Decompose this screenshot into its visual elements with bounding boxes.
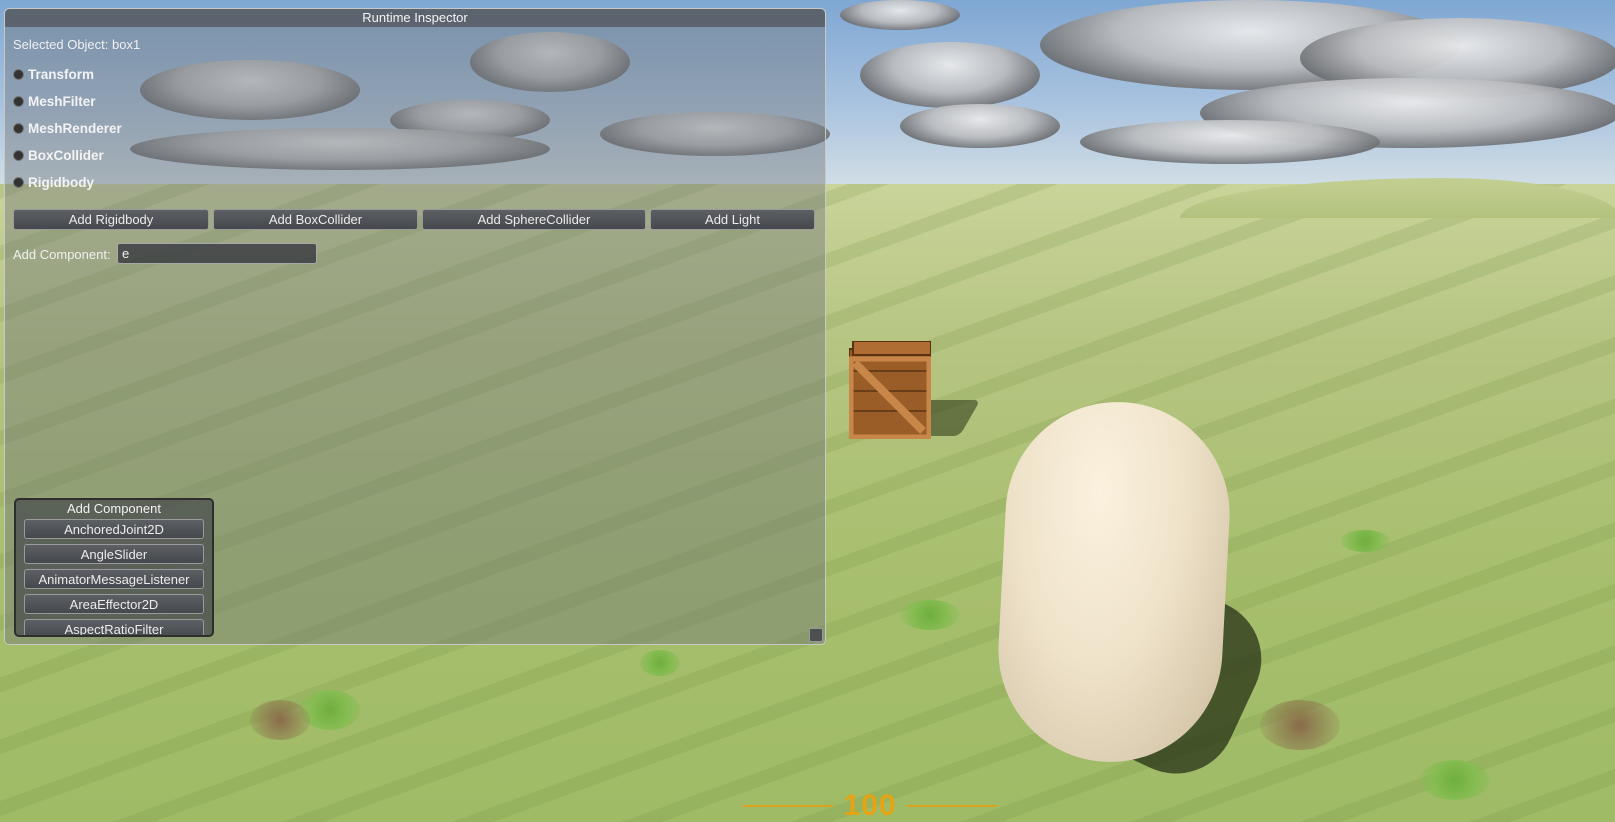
dirt-patch (1260, 700, 1340, 750)
popup-item[interactable]: AnchoredJoint2D (24, 519, 204, 539)
add-component-popup[interactable]: Add Component AnchoredJoint2D AngleSlide… (14, 498, 214, 637)
add-light-button[interactable]: Add Light (650, 209, 815, 230)
selected-object-label: Selected Object: box1 (13, 37, 141, 52)
wooden-crate (849, 341, 931, 439)
toggle-icon[interactable] (13, 95, 24, 107)
popup-item[interactable]: AspectRatioFilter (24, 619, 204, 635)
grass-patch (1340, 530, 1390, 552)
component-row-meshrenderer[interactable]: MeshRenderer (13, 118, 122, 138)
component-row-meshfilter[interactable]: MeshFilter (13, 91, 96, 111)
cloud (860, 42, 1040, 108)
health-hud: 100 (740, 789, 1000, 822)
component-label: Rigidbody (28, 174, 94, 190)
component-row-boxcollider[interactable]: BoxCollider (13, 145, 104, 165)
component-row-transform[interactable]: Transform (13, 64, 94, 84)
hud-line-left (743, 805, 834, 807)
add-boxcollider-button[interactable]: Add BoxCollider (213, 209, 418, 230)
popup-item[interactable]: AngleSlider (24, 544, 204, 564)
runtime-inspector-window[interactable]: Runtime Inspector Selected Object: box1 … (4, 8, 826, 645)
toggle-icon[interactable] (13, 122, 24, 134)
popup-title: Add Component (67, 501, 161, 516)
popup-item[interactable]: AreaEffector2D (24, 594, 204, 614)
cloud (1080, 120, 1380, 164)
game-viewport[interactable]: 100 Runtime Inspector Selected Object: b… (0, 0, 1615, 822)
component-row-rigidbody[interactable]: Rigidbody (13, 172, 94, 192)
grass-patch (900, 600, 960, 630)
popup-item[interactable]: AnimatorMessageListener (24, 569, 204, 589)
cloud (840, 0, 960, 30)
window-title[interactable]: Runtime Inspector (5, 9, 825, 27)
component-label: MeshRenderer (28, 120, 122, 136)
add-rigidbody-button[interactable]: Add Rigidbody (13, 209, 209, 230)
toggle-icon[interactable] (13, 149, 24, 161)
toggle-icon[interactable] (13, 176, 24, 188)
add-component-input[interactable]: e (117, 243, 317, 264)
add-spherecollider-button[interactable]: Add SphereCollider (422, 209, 646, 230)
resize-handle[interactable] (809, 628, 823, 642)
dirt-patch (250, 700, 310, 740)
grass-patch (640, 650, 680, 676)
capsule-object (992, 396, 1236, 768)
add-component-label: Add Component: (13, 247, 111, 262)
component-label: BoxCollider (28, 147, 104, 163)
grass-patch (1420, 760, 1490, 800)
health-value: 100 (843, 789, 897, 822)
toggle-icon[interactable] (13, 68, 24, 80)
hud-line-right (906, 805, 997, 807)
cloud (900, 104, 1060, 148)
component-label: Transform (28, 66, 95, 82)
component-label: MeshFilter (28, 93, 96, 109)
